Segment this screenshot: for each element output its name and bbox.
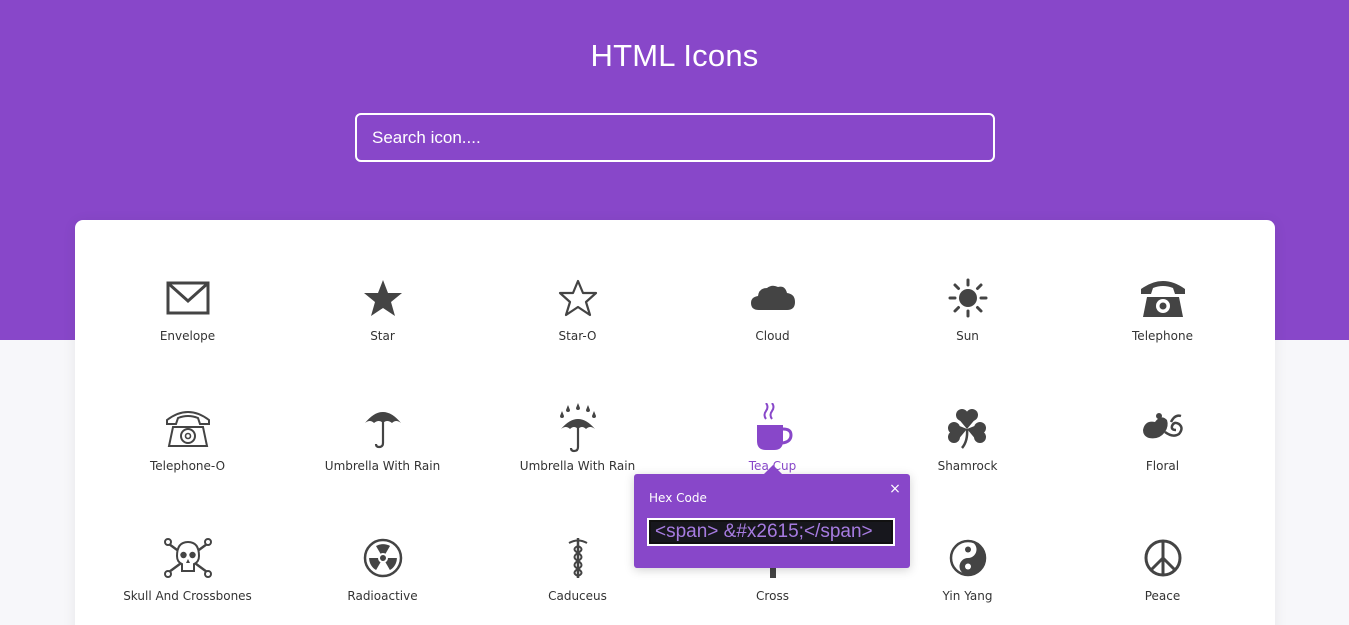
popover-arrow	[764, 465, 782, 474]
icon-label: Skull And Crossbones	[123, 589, 252, 603]
peace-icon	[1065, 534, 1260, 582]
icon-label: Shamrock	[937, 459, 998, 473]
icon-tile-sun[interactable]: Sun	[870, 260, 1065, 390]
telephone-icon	[1065, 274, 1260, 322]
icon-tile-star-o[interactable]: Star-O	[480, 260, 675, 390]
icon-tile-star[interactable]: Star	[285, 260, 480, 390]
icon-label: Peace	[1144, 589, 1181, 603]
icon-label: Star-O	[558, 329, 597, 343]
cloud-icon	[675, 274, 870, 322]
icon-label: Cross	[756, 589, 789, 603]
icon-tile-radioactive[interactable]: Radioactive	[285, 520, 480, 625]
hex-code-popover: Hex Code × <span> &#x2615;</span>	[634, 465, 910, 568]
popover-title: Hex Code	[649, 491, 707, 505]
icon-tile-skull[interactable]: Skull And Crossbones	[90, 520, 285, 625]
icon-tile-cloud[interactable]: Cloud	[675, 260, 870, 390]
shamrock-icon	[870, 404, 1065, 452]
icon-label: Floral	[1145, 459, 1180, 473]
page-title: HTML Icons	[590, 38, 759, 73]
envelope-icon	[90, 274, 285, 322]
icon-label: Radioactive	[347, 589, 418, 603]
icon-label: Telephone	[1132, 329, 1193, 343]
icon-tile-telephone[interactable]: Telephone	[1065, 260, 1260, 390]
icon-grid: Envelope Star Star-O Cloud Sun Telephone…	[90, 260, 1260, 625]
icon-tile-telephone-o[interactable]: Telephone-O	[90, 390, 285, 520]
telephone-outline-icon	[90, 404, 285, 452]
star-icon	[285, 274, 480, 322]
icon-label: Envelope	[159, 329, 216, 343]
icon-tile-umbrella[interactable]: Umbrella With Rain	[285, 390, 480, 520]
icon-label: Caduceus	[548, 589, 607, 603]
radioactive-icon	[285, 534, 480, 582]
icon-label: Umbrella With Rain	[324, 459, 441, 473]
search-input[interactable]	[355, 113, 995, 162]
umbrella-icon	[285, 404, 480, 452]
umbrella-rain-icon	[480, 403, 675, 453]
icon-label: Telephone-O	[149, 459, 226, 473]
floral-icon	[1065, 404, 1260, 452]
close-icon[interactable]: ×	[888, 482, 902, 496]
hex-code-field[interactable]: <span> &#x2615;</span>	[647, 518, 895, 546]
icon-label: Star	[370, 329, 395, 343]
icon-tile-floral[interactable]: Floral	[1065, 390, 1260, 520]
star-outline-icon	[480, 274, 675, 322]
icon-label: Yin Yang	[942, 589, 993, 603]
icon-label: Umbrella With Rain	[519, 459, 636, 473]
icon-tile-peace[interactable]: Peace	[1065, 520, 1260, 625]
sun-icon	[870, 274, 1065, 322]
tea-cup-icon	[675, 403, 870, 452]
skull-crossbones-icon	[90, 534, 285, 582]
icon-label: Cloud	[755, 329, 790, 343]
icon-tile-envelope[interactable]: Envelope	[90, 260, 285, 390]
icon-label: Sun	[956, 329, 979, 343]
